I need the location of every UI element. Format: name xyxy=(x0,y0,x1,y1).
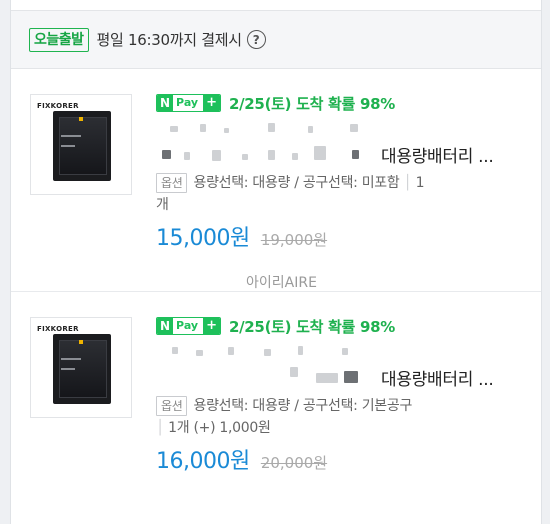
pixelated-product-name xyxy=(156,337,529,363)
product-title-text: 대용량배터리 ... xyxy=(381,147,494,167)
shipping-row: N Pay + 2/25(토) 도착 확률 98% xyxy=(156,315,529,337)
item-info: N Pay + 2/25(토) 도착 확률 98% 대용량배터리 ... 옵션 … xyxy=(156,315,529,475)
option-info: 옵션 용량선택: 대용량 / 공구선택: 기본공구 │ 1개 (+) 1,000원 xyxy=(156,396,413,436)
product-title-text: 대용량배터리 ... xyxy=(381,370,494,390)
product-title[interactable]: 대용량배터리 ... xyxy=(156,140,529,168)
npay-plus-badge: N Pay + xyxy=(156,317,221,335)
price-row: 16,000원 20,000원 xyxy=(156,443,529,475)
option-tag: 옵션 xyxy=(156,173,188,193)
seller-name[interactable]: 아이리AIRE xyxy=(246,272,317,292)
order-panel: 오늘출발 평일 16:30까지 결제시 ? FIXKORER N Pay + 2… xyxy=(10,0,542,524)
shipping-row: N Pay + 2/25(토) 도착 확률 98% xyxy=(156,92,529,114)
option-text: 용량선택: 대용량 / 공구선택: 미포함 xyxy=(193,175,400,191)
notice-text: 평일 16:30까지 결제시 xyxy=(96,31,242,49)
product-thumbnail[interactable]: FIXKORER xyxy=(30,94,132,195)
option-info: 옵션 용량선택: 대용량 / 공구선택: 미포함 │ 1 개 xyxy=(156,173,425,213)
quantity: 1 xyxy=(415,175,425,191)
pixelated-product-name xyxy=(156,114,529,140)
original-price: 20,000원 xyxy=(260,454,328,472)
option-text: 용량선택: 대용량 / 공구선택: 기본공구 xyxy=(193,398,413,414)
sale-price: 15,000원 xyxy=(156,226,250,251)
original-price: 19,000원 xyxy=(260,231,328,249)
delivery-notice: 오늘출발 평일 16:30까지 결제시 ? xyxy=(11,11,541,69)
arrival-estimate: 2/25(토) 도착 확률 98% xyxy=(228,317,395,336)
price-row: 15,000원 19,000원 xyxy=(156,220,529,252)
item-info: N Pay + 2/25(토) 도착 확률 98% 대용량배터리 ... 옵션 … xyxy=(156,92,529,291)
help-icon[interactable]: ? xyxy=(246,30,266,49)
quantity-addon: 1개 (+) 1,000원 xyxy=(168,420,271,436)
today-shipping-badge: 오늘출발 xyxy=(29,27,89,52)
order-item[interactable]: FIXKORER N Pay + 2/25(토) 도착 확률 98% 대용량배터… xyxy=(11,70,541,292)
thumbnail-brand: FIXKORER xyxy=(37,325,79,333)
quantity-unit: 개 xyxy=(156,197,169,213)
thumbnail-brand: FIXKORER xyxy=(37,102,79,110)
npay-plus-badge: N Pay + xyxy=(156,94,221,112)
option-tag: 옵션 xyxy=(156,396,188,416)
arrival-estimate: 2/25(토) 도착 확률 98% xyxy=(228,94,395,113)
product-title[interactable]: 대용량배터리 ... xyxy=(156,363,529,391)
order-item[interactable]: FIXKORER N Pay + 2/25(토) 도착 확률 98% 대용량배터… xyxy=(11,293,541,524)
sale-price: 16,000원 xyxy=(156,449,250,474)
product-thumbnail[interactable]: FIXKORER xyxy=(30,317,132,418)
